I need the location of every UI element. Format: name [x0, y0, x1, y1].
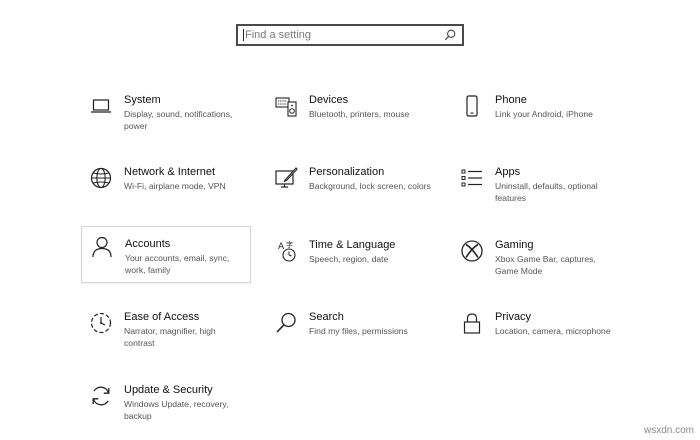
globe-icon: [89, 166, 113, 190]
keyboard-speaker-icon: [274, 94, 298, 118]
xbox-icon: [460, 239, 484, 263]
magnifier-icon: [274, 311, 298, 335]
tile-ease-of-access[interactable]: Ease of Access Narrator, magnifier, high…: [81, 305, 251, 363]
svg-text:A: A: [278, 242, 285, 252]
settings-search-box[interactable]: [236, 24, 464, 46]
phone-icon: [460, 94, 484, 118]
sync-arrows-icon: [89, 384, 113, 408]
tile-title: Ease of Access: [124, 311, 200, 323]
tile-description: Narrator, magnifier, high contrast: [124, 326, 216, 348]
tile-title: Apps: [495, 166, 521, 178]
tile-title: Gaming: [495, 239, 534, 251]
tile-title: System: [124, 94, 161, 106]
tile-system[interactable]: System Display, sound, notifications, po…: [81, 88, 251, 146]
tile-devices[interactable]: Devices Bluetooth, printers, mouse: [266, 88, 436, 146]
tile-accounts[interactable]: Accounts Your accounts, email, sync, wor…: [81, 226, 251, 283]
search-icon: [443, 28, 457, 42]
tile-description: Background, lock screen, colors: [309, 181, 431, 191]
tile-personalization[interactable]: Personalization Background, lock screen,…: [266, 160, 436, 218]
tile-description: Bluetooth, printers, mouse: [309, 109, 410, 119]
tile-description: Wi-Fi, airplane mode, VPN: [124, 181, 226, 191]
tile-title: Personalization: [309, 166, 385, 178]
watermark-text: wsxdn.com: [643, 425, 694, 436]
tile-description: Your accounts, email, sync, work, family: [125, 253, 230, 275]
tile-network-internet[interactable]: Network & Internet Wi-Fi, airplane mode,…: [81, 160, 251, 218]
tile-title: Time & Language: [309, 239, 396, 251]
person-icon: [90, 235, 114, 259]
svg-text:字: 字: [286, 240, 293, 249]
tile-description: Find my files, permissions: [309, 326, 408, 336]
tile-description: Speech, region, date: [309, 254, 389, 264]
apps-list-icon: [460, 166, 484, 190]
tile-title: Privacy: [495, 311, 532, 323]
laptop-icon: [89, 94, 113, 118]
tile-description: Link your Android, iPhone: [495, 109, 593, 119]
tile-description: Windows Update, recovery, backup: [124, 399, 229, 421]
tile-privacy[interactable]: Privacy Location, camera, microphone: [452, 305, 622, 363]
ease-of-access-icon: [89, 311, 113, 335]
search-input[interactable]: [238, 26, 445, 44]
tile-title: Search: [309, 311, 344, 323]
tile-search[interactable]: Search Find my files, permissions: [266, 305, 436, 363]
tile-gaming[interactable]: Gaming Xbox Game Bar, captures, Game Mod…: [452, 233, 622, 291]
tile-title: Update & Security: [124, 384, 213, 396]
tile-title: Accounts: [125, 238, 171, 250]
tile-description: Display, sound, notifications, power: [124, 109, 233, 131]
tile-update-security[interactable]: Update & Security Windows Update, recove…: [81, 378, 251, 436]
time-language-icon: A 字: [274, 239, 298, 263]
tile-title: Phone: [495, 94, 527, 106]
pen-monitor-icon: [274, 166, 298, 190]
tile-title: Network & Internet: [124, 166, 216, 178]
tile-description: Uninstall, defaults, optional features: [495, 181, 598, 203]
tile-description: Location, camera, microphone: [495, 326, 611, 336]
tile-title: Devices: [309, 94, 349, 106]
tile-phone[interactable]: Phone Link your Android, iPhone: [452, 88, 622, 146]
text-caret: [243, 29, 244, 41]
tile-time-language[interactable]: A 字 Time & Language Speech, region, date: [266, 233, 436, 291]
lock-icon: [460, 311, 484, 335]
tile-description: Xbox Game Bar, captures, Game Mode: [495, 254, 596, 276]
tile-apps[interactable]: Apps Uninstall, defaults, optional featu…: [452, 160, 622, 218]
